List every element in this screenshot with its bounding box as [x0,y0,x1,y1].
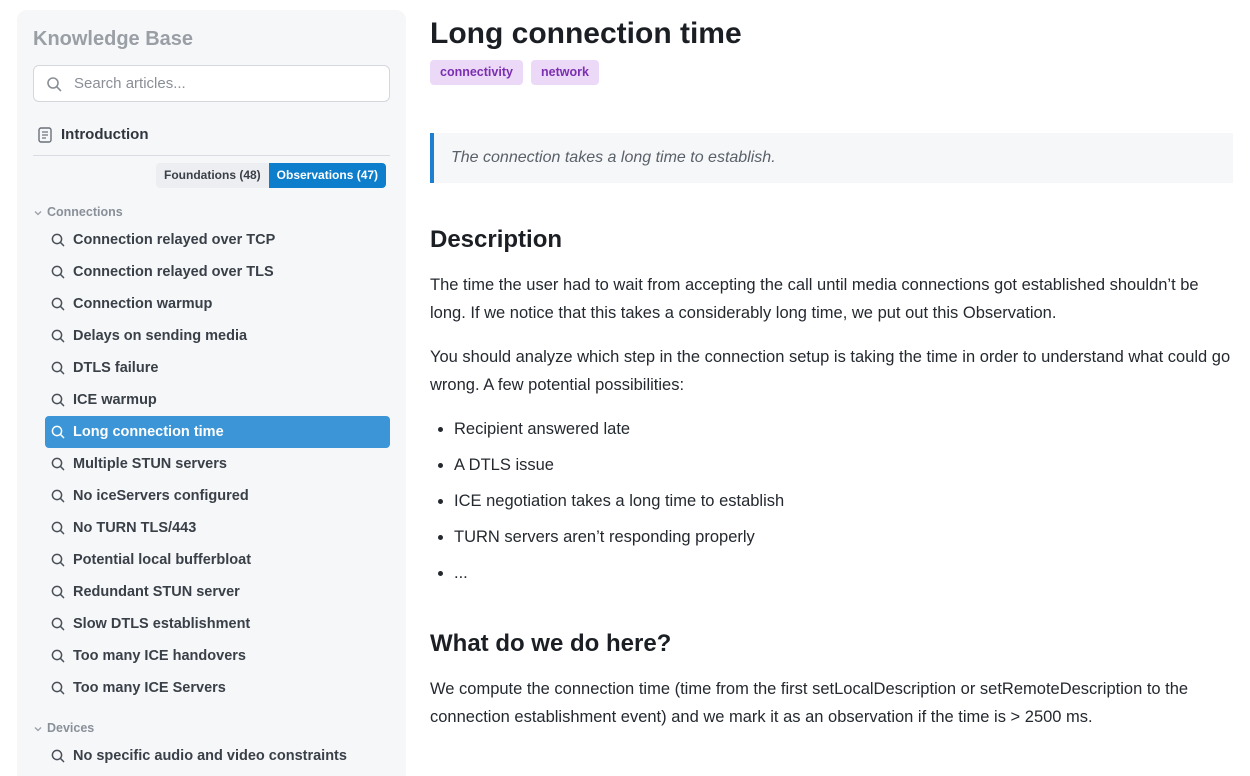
devices-list: No specific audio and video constraints [45,740,390,772]
group-label: Connections [47,205,123,219]
magnifier-icon [51,233,65,247]
magnifier-icon [51,265,65,279]
group-devices[interactable]: Devices [33,721,94,735]
description-heading: Description [430,226,563,253]
list-item-label: Too many ICE handovers [73,648,246,664]
list-item-label: Redundant STUN server [73,584,240,600]
list-item: TURN servers aren’t responding properly [437,523,784,559]
group-label: Devices [47,721,95,735]
magnifier-icon [51,617,65,631]
list-item[interactable]: No specific audio and video constraints [45,740,390,772]
action-paragraph: We compute the connection time (time fro… [430,680,1189,726]
page-title: Long connection time [430,17,742,50]
category-tabs: Foundations (48) Observations (47) [156,163,387,188]
description-paragraph: You should analyze which step in the con… [430,348,1231,394]
list-item[interactable]: Too many ICE handovers [45,640,390,672]
chevron-down-icon [34,726,42,732]
magnifier-icon [51,553,65,567]
possibilities-list: Recipient answered late A DTLS issue ICE… [437,415,784,595]
chevron-down-icon [34,210,42,216]
sidebar: Knowledge Base Introduction Foundations … [17,10,406,776]
group-connections[interactable]: Connections [33,205,123,219]
sidebar-item-introduction[interactable]: Introduction [33,122,390,156]
list-item-label: Connection relayed over TLS [73,264,274,280]
list-item: ICE negotiation takes a long time to est… [437,487,784,523]
list-item-label: No specific audio and video constraints [73,748,347,764]
list-item[interactable]: DTLS failure [45,352,390,384]
list-item-label: DTLS failure [73,360,159,376]
magnifier-icon [51,489,65,503]
list-item: Recipient answered late [437,415,784,451]
list-item[interactable]: No TURN TLS/443 [45,512,390,544]
summary-text: The connection takes a long time to esta… [451,149,776,166]
list-item-active[interactable]: Long connection time [45,416,390,448]
tag-badge[interactable]: network [531,60,599,85]
list-item-label: Connection relayed over TCP [73,232,276,248]
magnifier-icon [51,425,65,439]
description-paragraph: The time the user had to wait from accep… [430,276,1199,322]
list-item-label: Too many ICE Servers [73,680,226,696]
list-item[interactable]: Too many ICE Servers [45,672,390,704]
list-item[interactable]: Multiple STUN servers [45,448,390,480]
summary-callout: The connection takes a long time to esta… [430,133,1233,183]
list-item-label: No iceServers configured [73,488,249,504]
magnifier-icon [51,297,65,311]
list-item: ... [437,559,784,595]
list-item[interactable]: Slow DTLS establishment [45,608,390,640]
sidebar-item-label: Introduction [61,126,149,143]
magnifier-icon [51,681,65,695]
list-item-label: Multiple STUN servers [73,456,227,472]
action-heading: What do we do here? [430,630,672,657]
list-item-label: Connection warmup [73,296,213,312]
tab-foundations[interactable]: Foundations (48) [156,163,269,188]
list-item[interactable]: Connection relayed over TCP [45,224,390,256]
search-icon [47,77,62,92]
list-item[interactable]: ICE warmup [45,384,390,416]
magnifier-icon [51,361,65,375]
list-item[interactable]: Redundant STUN server [45,576,390,608]
tab-observations[interactable]: Observations (47) [268,163,387,188]
magnifier-icon [51,585,65,599]
magnifier-icon [51,329,65,343]
magnifier-icon [51,749,65,763]
list-item-label: Long connection time [73,424,224,440]
list-item-label: Delays on sending media [73,328,248,344]
list-item: A DTLS issue [437,451,784,487]
list-item[interactable]: Potential local bufferbloat [45,544,390,576]
list-item[interactable]: Connection relayed over TLS [45,256,390,288]
magnifier-icon [51,521,65,535]
list-item-label: Slow DTLS establishment [73,616,251,632]
connections-list: Connection relayed over TCP Connection r… [45,224,390,704]
list-item-label: ICE warmup [73,392,157,408]
search-box[interactable] [33,65,390,102]
magnifier-icon [51,649,65,663]
tag-badge[interactable]: connectivity [430,60,523,85]
search-input[interactable] [74,66,374,101]
list-item-label: No TURN TLS/443 [73,520,197,536]
document-icon [38,127,52,143]
magnifier-icon [51,457,65,471]
list-item[interactable]: No iceServers configured [45,480,390,512]
list-item[interactable]: Delays on sending media [45,320,390,352]
magnifier-icon [51,393,65,407]
list-item[interactable]: Connection warmup [45,288,390,320]
list-item-label: Potential local bufferbloat [73,552,252,568]
sidebar-title: Knowledge Base [33,28,194,50]
